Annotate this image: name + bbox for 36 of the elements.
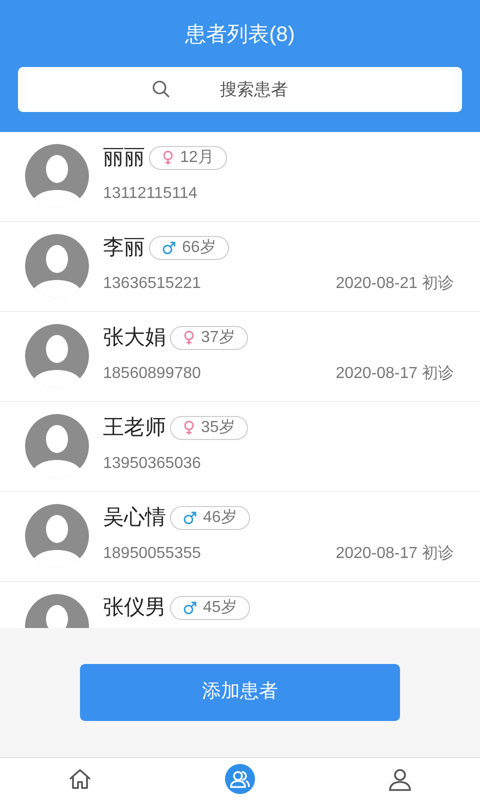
male-icon xyxy=(162,241,176,255)
avatar-icon xyxy=(25,414,89,478)
avatar-icon xyxy=(25,324,89,388)
phone-number: 13636515221 xyxy=(103,274,201,294)
patient-name: 李丽 xyxy=(103,235,145,261)
patient-name: 张仪男 xyxy=(103,595,166,621)
age-badge: 46岁 xyxy=(170,506,250,530)
phone-number: 18560899780 xyxy=(103,364,201,384)
page-title: 患者列表(8) xyxy=(185,22,295,48)
search-field[interactable]: 搜索患者 xyxy=(18,67,462,112)
female-icon xyxy=(162,150,174,166)
add-patient-button[interactable]: 添加患者 xyxy=(80,664,400,721)
phone-number: 18950055355 xyxy=(103,544,201,564)
patient-name: 吴心情 xyxy=(103,505,166,531)
patient-name: 丽丽 xyxy=(103,145,145,171)
patient-name: 张大娟 xyxy=(103,325,166,351)
patient-name: 王老师 xyxy=(103,415,166,441)
visit-date: 2020-08-17 初诊 xyxy=(336,544,454,564)
phone-number: 13112115114 xyxy=(103,184,198,204)
male-icon xyxy=(183,511,197,525)
male-icon xyxy=(183,601,197,615)
age-badge: 37岁 xyxy=(170,326,248,350)
avatar-icon xyxy=(25,144,89,208)
avatar-icon xyxy=(25,234,89,298)
phone-number: 13950365036 xyxy=(103,454,201,474)
avatar-icon xyxy=(25,504,89,568)
visit-date: 2020-08-21 初诊 xyxy=(336,274,454,294)
age-badge: 45岁 xyxy=(170,596,250,620)
female-icon xyxy=(183,330,195,346)
age-badge: 66岁 xyxy=(149,236,229,260)
female-icon xyxy=(183,420,195,436)
age-badge: 35岁 xyxy=(170,416,248,440)
visit-date: 2020-08-17 初诊 xyxy=(336,364,454,384)
search-icon xyxy=(152,80,170,98)
age-badge: 12月 xyxy=(149,146,227,170)
people-icon xyxy=(224,763,256,795)
